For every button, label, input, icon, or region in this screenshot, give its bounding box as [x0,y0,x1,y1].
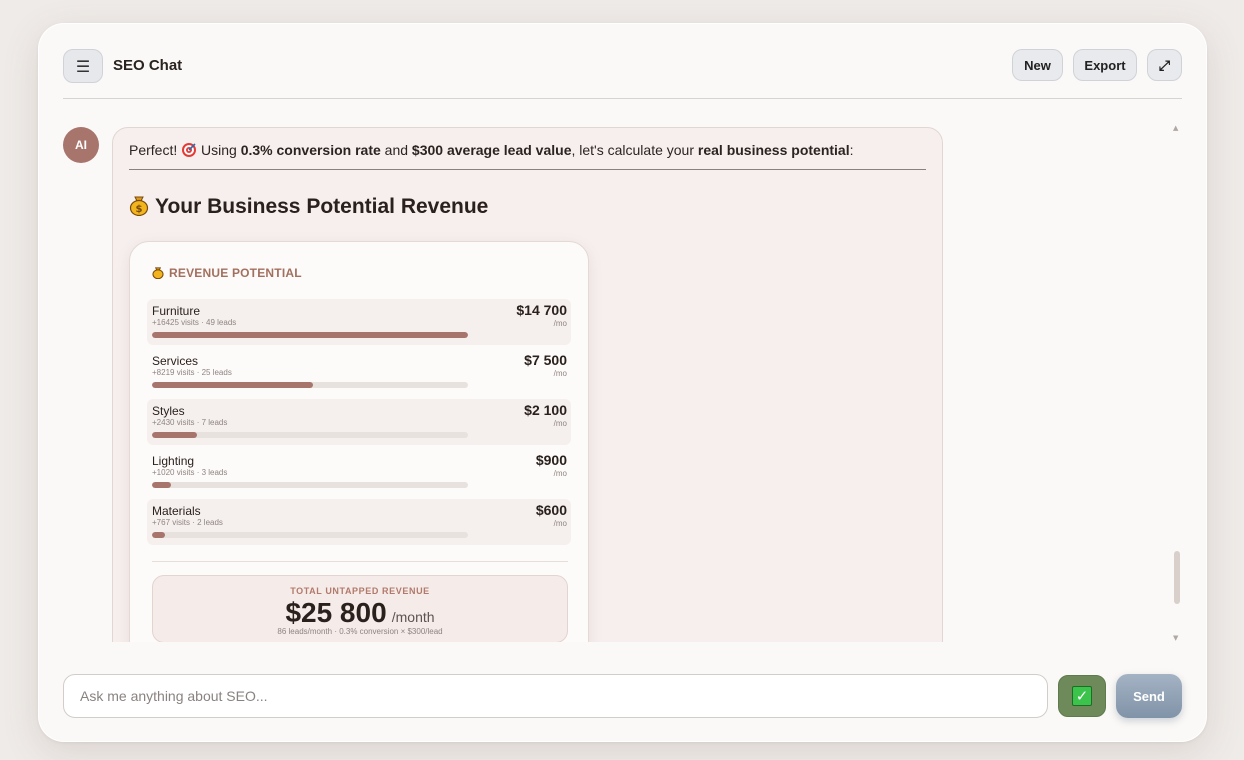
target-icon [181,142,197,158]
row-bar-fill [152,532,165,538]
row-value: $14 700 [516,302,567,318]
check-icon: ✓ [1072,686,1092,706]
row-per: /mo [553,469,567,478]
row-bar-fill [152,432,198,438]
revenue-rows: Furniture +16425 visits · 49 leads $14 7… [147,299,571,549]
chat-messages[interactable]: AI Perfect! Using 0.3% conversion rate a… [63,124,1184,642]
total-amount: $25 800 [285,597,387,628]
intro-text: Perfect! Using 0.3% conversion rate and … [129,142,926,170]
checkbox-button[interactable]: ✓ [1058,675,1106,717]
card-divider [152,561,568,562]
row-per: /mo [553,369,567,378]
row-sub: +1020 visits · 3 leads [152,468,228,477]
hamburger-icon: ☰ [75,56,91,76]
menu-button[interactable]: ☰ [63,49,103,83]
revenue-row: Services +8219 visits · 25 leads $7 500 … [147,349,571,395]
intro-perfect: Perfect! [129,142,182,158]
app-title: SEO Chat [113,57,183,74]
send-button[interactable]: Send [1116,674,1182,718]
chat-header: ☰ SEO Chat New Export ⤢ [63,49,1182,99]
row-sub: +16425 visits · 49 leads [152,318,237,327]
scroll-down-icon[interactable]: ▼ [1173,634,1178,642]
intro-mid: , let's calculate your [571,142,698,158]
row-sub: +767 visits · 2 leads [152,518,223,527]
row-per: /mo [553,419,567,428]
row-value: $7 500 [524,352,567,368]
intro-and: and [380,142,412,158]
total-unit: /month [391,609,435,625]
card-header: REVENUE POTENTIAL [152,266,302,280]
revenue-potential-card: REVENUE POTENTIAL Furniture +16425 visit… [129,241,589,642]
expand-icon: ⤢ [1158,56,1171,73]
chat-window: ☰ SEO Chat New Export ⤢ AI Perfect! Usin… [38,23,1207,742]
row-bar-track [152,482,468,488]
row-bar-track [152,332,468,338]
intro-end: : [849,142,854,158]
row-per: /mo [553,519,567,528]
money-bag-icon: $ [129,194,149,217]
scrollbar-thumb[interactable] [1174,551,1180,604]
revenue-row: Lighting +1020 visits · 3 leads $900 /mo [147,449,571,495]
chat-scrollbar[interactable]: ▲ ▼ [1170,124,1184,642]
row-value: $600 [535,502,567,518]
export-button[interactable]: Export [1073,49,1137,81]
intro-using: Using [197,142,241,158]
total-note: 86 leads/month · 0.3% conversion × $300/… [277,627,443,636]
expand-button[interactable]: ⤢ [1147,49,1182,81]
row-name: Furniture [152,304,201,318]
intro-rate: 0.3% conversion rate [240,142,381,158]
row-value: $900 [535,452,567,468]
section-title-text: Your Business Potential Revenue [155,195,489,218]
revenue-row: Materials +767 visits · 2 leads $600 /mo [147,499,571,545]
money-bag-icon [152,266,164,280]
row-bar-fill [152,332,468,338]
section-title: $ Your Business Potential Revenue [129,194,488,219]
row-bar-fill [152,482,172,488]
new-chat-button[interactable]: New [1012,49,1063,81]
row-name: Lighting [152,454,195,468]
intro-potential: real business potential [697,142,850,158]
revenue-row: Furniture +16425 visits · 49 leads $14 7… [147,299,571,345]
row-sub: +2430 visits · 7 leads [152,418,228,427]
total-label: TOTAL UNTAPPED REVENUE [290,586,430,596]
chat-input[interactable] [63,674,1048,718]
row-sub: +8219 visits · 25 leads [152,368,232,377]
ai-message-bubble: Perfect! Using 0.3% conversion rate and … [112,127,943,642]
input-row: ✓ Send [63,674,1182,718]
card-header-text: REVENUE POTENTIAL [169,266,302,280]
intro-value: $300 average lead value [411,142,572,158]
revenue-row: Styles +2430 visits · 7 leads $2 100 /mo [147,399,571,445]
total-line: $25 800 /month [153,597,567,629]
row-name: Styles [152,404,185,418]
row-name: Materials [152,504,201,518]
row-bar-track [152,432,468,438]
svg-text:$: $ [136,204,143,215]
row-per: /mo [553,319,567,328]
row-bar-track [152,382,468,388]
row-value: $2 100 [524,402,567,418]
row-bar-track [152,532,468,538]
scroll-up-icon[interactable]: ▲ [1173,124,1178,132]
total-revenue-box: TOTAL UNTAPPED REVENUE $25 800 /month 86… [152,575,568,642]
row-bar-fill [152,382,314,388]
ai-avatar: AI [63,127,99,163]
row-name: Services [152,354,199,368]
